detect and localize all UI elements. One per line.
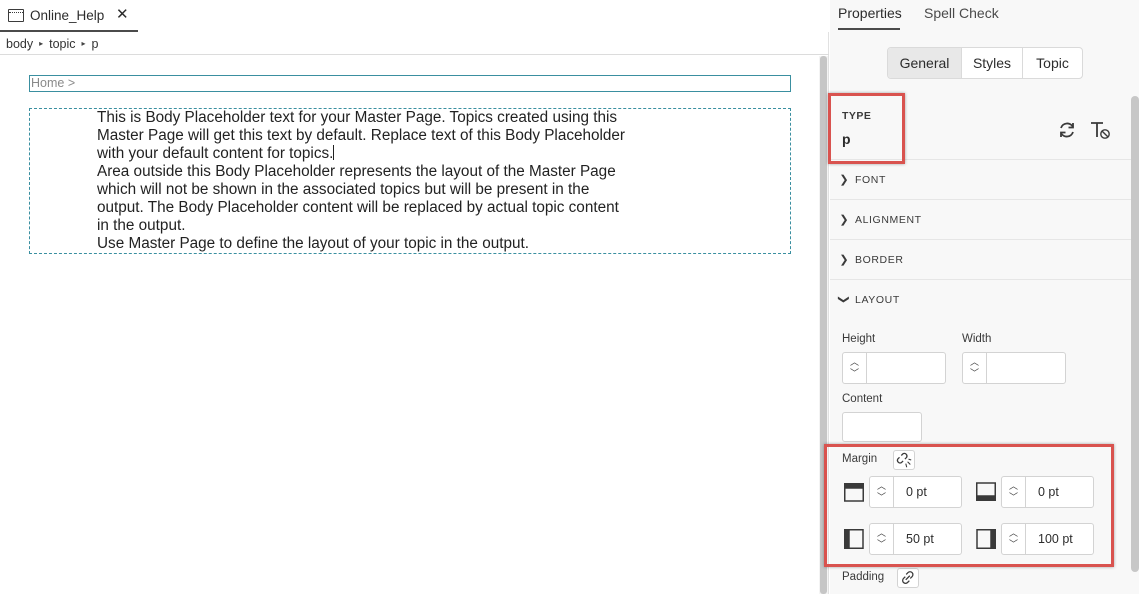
body-line: output. The Body Placeholder content wil… xyxy=(97,199,619,216)
section-alignment-label: ALIGNMENT xyxy=(855,213,922,226)
body-line: which will not be shown in the associate… xyxy=(97,181,590,198)
breadcrumb-item-body[interactable]: body xyxy=(6,37,33,51)
width-stepper[interactable]: ︿ ﹀ xyxy=(962,352,1066,384)
tab-label: Online_Help xyxy=(30,7,105,23)
home-breadcrumb-placeholder[interactable]: Home > xyxy=(29,75,791,92)
link-icon[interactable] xyxy=(897,568,919,588)
active-tab-indicator xyxy=(838,28,900,30)
chevron-down-icon: ❯ xyxy=(837,294,850,305)
document-window-icon xyxy=(8,8,24,22)
body-line: with your default content for topics. xyxy=(97,145,657,163)
padding-label: Padding xyxy=(842,571,885,583)
clear-formatting-icon[interactable] xyxy=(1089,120,1111,140)
body-line: Use Master Page to define the layout of … xyxy=(97,235,529,252)
breadcrumb-item-topic[interactable]: topic xyxy=(49,37,75,51)
type-highlight-box xyxy=(828,93,905,164)
width-label: Width xyxy=(962,333,992,345)
tab-online-help[interactable]: Online_Help ✕ xyxy=(0,0,138,32)
breadcrumb: body ▸ topic ▸ p xyxy=(0,33,829,55)
body-line: This is Body Placeholder text for your M… xyxy=(97,109,618,126)
content-label: Content xyxy=(842,393,883,405)
section-layout-label: LAYOUT xyxy=(855,293,900,306)
body-placeholder-text[interactable]: This is Body Placeholder text for your M… xyxy=(97,109,657,253)
section-layout[interactable]: ❯ LAYOUT xyxy=(830,279,1131,319)
properties-segmented-control: General Styles Topic xyxy=(887,47,1083,79)
height-label: Height xyxy=(842,333,876,345)
panel-scrollbar[interactable] xyxy=(1131,96,1139,572)
editor-tabbar: Online_Help ✕ xyxy=(0,0,829,32)
body-line: in the output. xyxy=(97,217,186,234)
section-border-label: BORDER xyxy=(855,253,904,266)
section-border[interactable]: ❯ BORDER xyxy=(830,239,1131,279)
body-line: Master Page will get this text by defaul… xyxy=(97,127,626,144)
chevron-right-icon: ❯ xyxy=(839,214,849,226)
content-field[interactable] xyxy=(842,412,922,442)
close-tab-button[interactable]: ✕ xyxy=(116,5,129,23)
section-font-label: FONT xyxy=(855,173,886,186)
segment-general[interactable]: General xyxy=(888,48,962,78)
segment-topic[interactable]: Topic xyxy=(1023,48,1082,78)
panel-tabs: Properties Spell Check xyxy=(830,0,1139,30)
height-input[interactable] xyxy=(867,353,945,383)
body-line: Area outside this Body Placeholder repre… xyxy=(97,163,616,180)
section-alignment[interactable]: ❯ ALIGNMENT xyxy=(830,199,1131,239)
tab-spell-check[interactable]: Spell Check xyxy=(924,5,999,21)
segment-styles[interactable]: Styles xyxy=(962,48,1023,78)
refresh-icon[interactable] xyxy=(1057,120,1077,140)
chevron-right-icon: ❯ xyxy=(839,254,849,266)
breadcrumb-separator-icon: ▸ xyxy=(81,39,86,48)
height-stepper[interactable]: ︿ ﹀ xyxy=(842,352,946,384)
tab-properties[interactable]: Properties xyxy=(838,5,902,21)
height-stepper-arrows[interactable]: ︿ ﹀ xyxy=(843,353,867,383)
breadcrumb-separator-icon: ▸ xyxy=(39,39,44,48)
body-line-text: with your default content for topics. xyxy=(97,145,334,162)
margin-highlight-box xyxy=(824,444,1114,567)
chevron-right-icon: ❯ xyxy=(839,174,849,186)
width-stepper-arrows[interactable]: ︿ ﹀ xyxy=(963,353,987,383)
section-font[interactable]: ❯ FONT xyxy=(830,159,1131,199)
text-cursor xyxy=(333,145,335,160)
breadcrumb-item-p[interactable]: p xyxy=(92,37,99,51)
width-input[interactable] xyxy=(987,353,1065,383)
